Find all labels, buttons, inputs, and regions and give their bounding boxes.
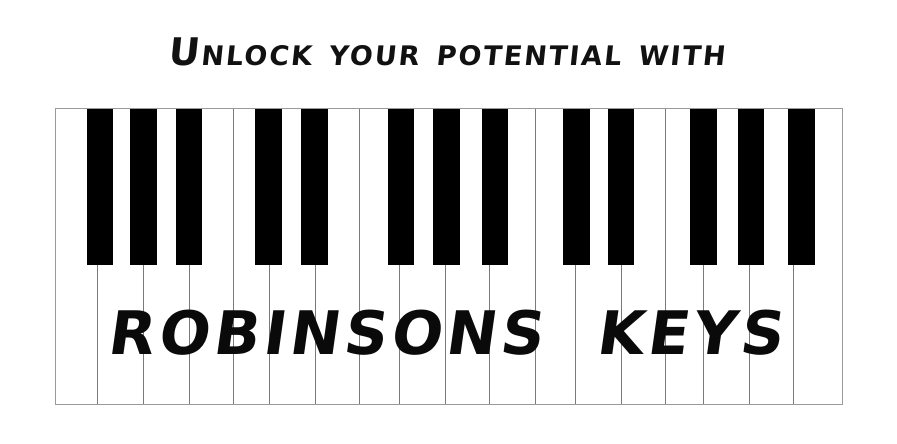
- black-key: [87, 109, 113, 265]
- black-key: [482, 109, 508, 265]
- black-key: [176, 109, 202, 265]
- black-key: [608, 109, 634, 265]
- black-key: [563, 109, 590, 265]
- black-key: [690, 109, 717, 265]
- tagline: Unlock your potential with: [166, 30, 731, 74]
- black-key: [388, 109, 414, 265]
- black-key: [301, 109, 328, 265]
- brand-name: ROBINSONS KEYS: [104, 299, 794, 369]
- black-key: [255, 109, 282, 265]
- black-key: [433, 109, 460, 265]
- black-key: [738, 109, 764, 265]
- black-key: [788, 109, 815, 265]
- black-key: [130, 109, 157, 265]
